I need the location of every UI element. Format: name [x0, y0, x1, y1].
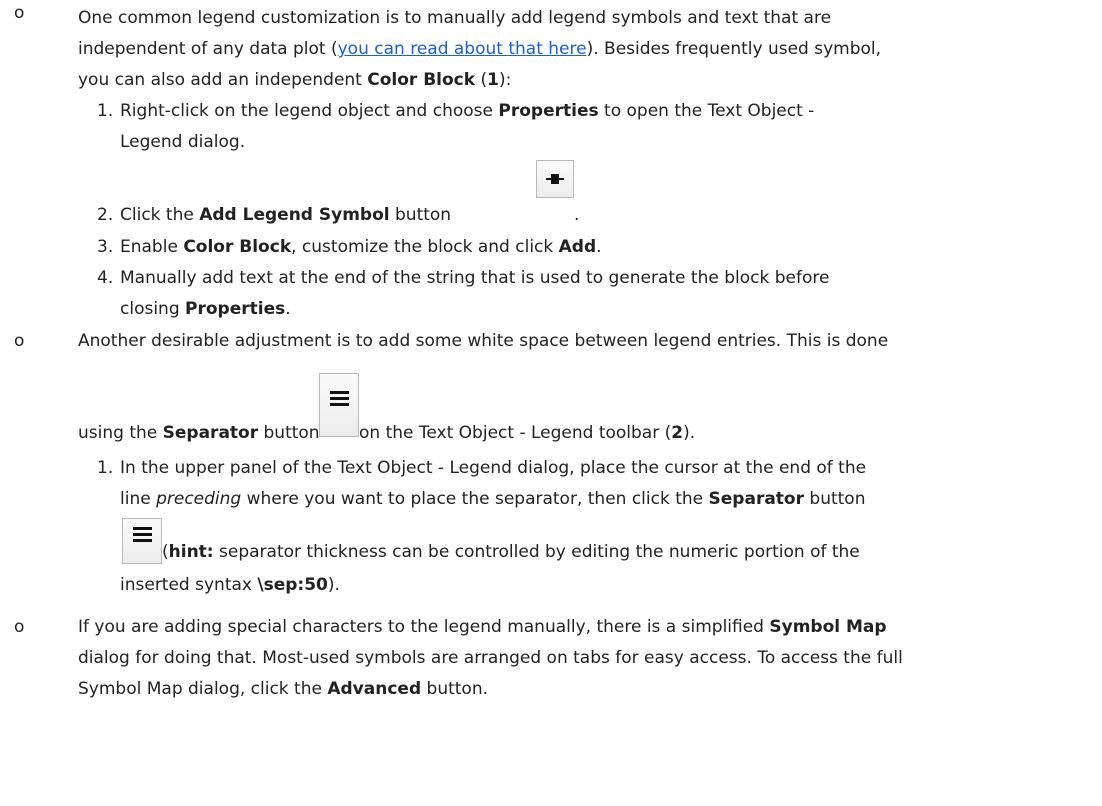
paragraph-line: (hint: separator thickness can be contro… [162, 542, 860, 562]
bullet-item-symbol-map: If you are adding special characters to … [78, 617, 903, 699]
separator-icon[interactable] [122, 518, 162, 564]
bullet-marker: o [14, 331, 25, 351]
document-page: o One common legend customization is to … [0, 0, 1102, 806]
bullet-marker: o [14, 617, 25, 637]
bullet-item-separator: o Another desirable adjustment is to add… [0, 326, 1102, 357]
step-number: 1. [97, 458, 114, 478]
step-item: 1. Right-click on the legend object and … [0, 96, 1102, 158]
paragraph-line: you can also add an independent Color Bl… [78, 70, 512, 90]
read-about-link[interactable]: you can read about that here [338, 39, 587, 59]
step-item: 3. Enable Color Block, customize the blo… [0, 232, 1102, 263]
add-legend-symbol-icon[interactable] [536, 160, 574, 198]
step-number: 2. [97, 205, 114, 225]
bullet-item-color-block: o One common legend customization is to … [0, 3, 1102, 96]
step-number: 3. [97, 237, 114, 257]
step-number: 1. [97, 101, 114, 121]
paragraph-line: line preceding where you want to place t… [120, 489, 866, 509]
paragraph-line: One common legend customization is to ma… [78, 8, 832, 28]
separator-icon[interactable] [319, 373, 359, 437]
paragraph-line: using the Separator button [78, 423, 320, 443]
step-number: 4. [97, 268, 114, 288]
paragraph-line: In the upper panel of the Text Object - … [120, 458, 867, 478]
paragraph-line: on the Text Object - Legend toolbar (2). [359, 423, 696, 443]
paragraph-line: inserted syntax \sep:50). [120, 575, 340, 595]
step-item: 4. Manually add text at the end of the s… [0, 263, 1102, 325]
paragraph-line: independent of any data plot (you can re… [78, 39, 882, 59]
bullet-marker: o [14, 3, 25, 23]
step-item: 2. Click the Add Legend Symbol button . [0, 160, 1102, 231]
